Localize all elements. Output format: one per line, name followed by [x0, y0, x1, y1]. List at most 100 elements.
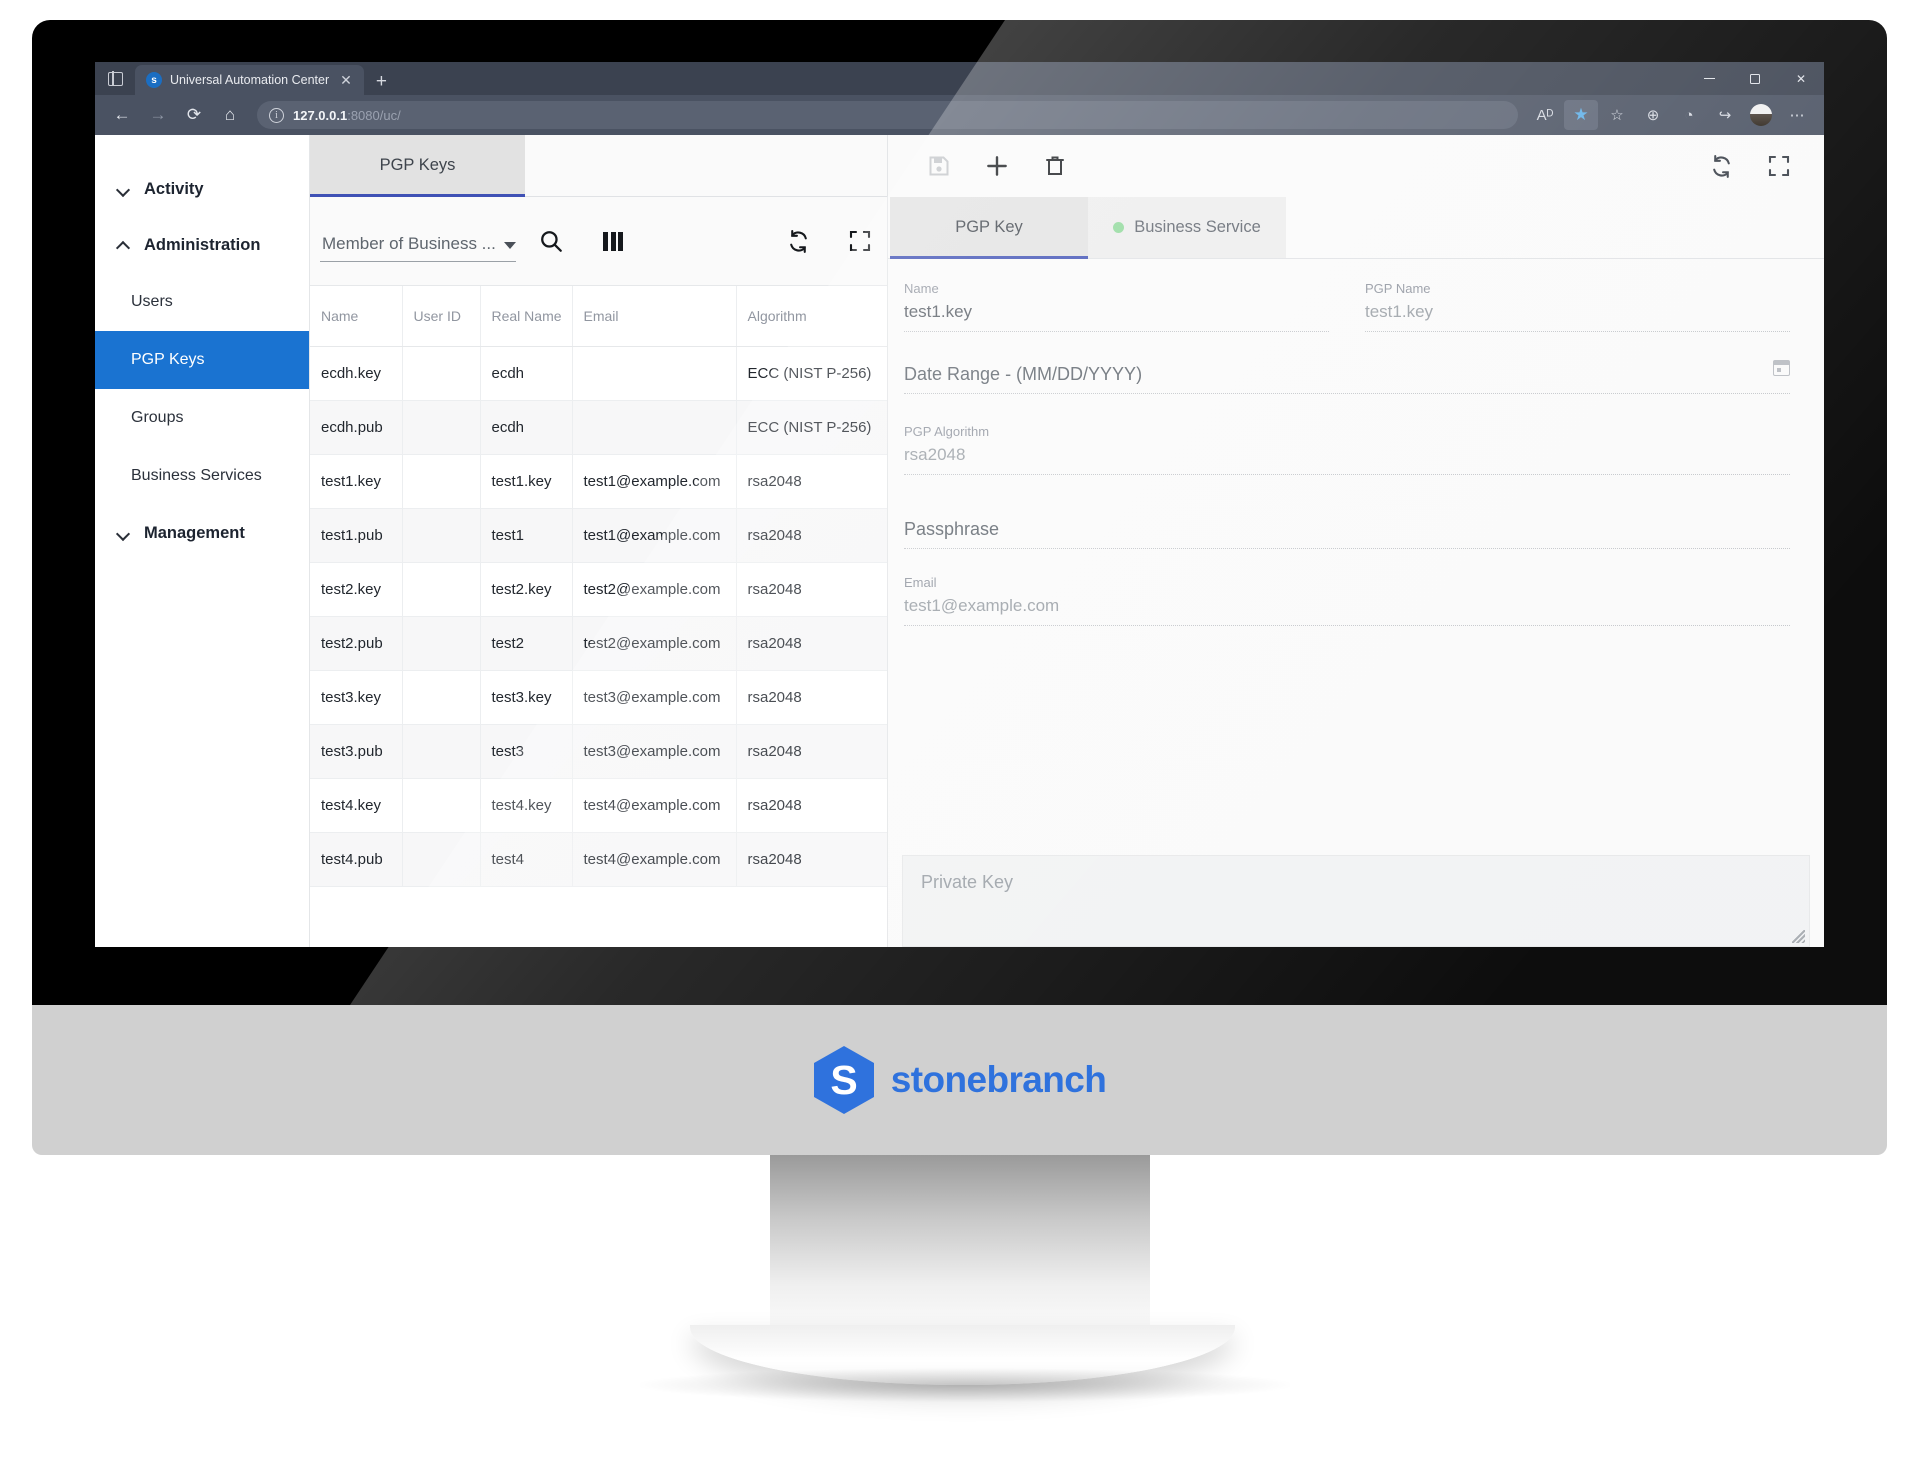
cell-real-name: test1 — [480, 508, 573, 563]
resize-handle[interactable] — [1792, 930, 1805, 943]
tab-strip-menu-icon[interactable] — [95, 62, 135, 95]
cell-user-id — [402, 508, 481, 563]
reload-icon[interactable]: ⟳ — [177, 100, 211, 130]
cell-user-id — [402, 670, 481, 725]
private-key-placeholder: Private Key — [921, 872, 1014, 892]
stonebranch-mark-icon: S — [813, 1046, 874, 1114]
addressbar-actions: Aᴰ ★ ☆ ⊕ ◔ ↪ ⋯ — [1528, 100, 1814, 130]
collections-icon[interactable]: ☆ — [1600, 100, 1634, 130]
cell-user-id — [402, 346, 481, 401]
sidebar-group-management[interactable]: Management — [95, 505, 309, 561]
table-row[interactable]: test1.key test1.key test1@example.com rsa20… — [310, 454, 887, 509]
table-row[interactable]: test4.pub test4 test4@example.com rsa2048 — [310, 832, 887, 887]
home-icon[interactable]: ⌂ — [213, 100, 247, 130]
tab-pgp-keys[interactable]: PGP Keys — [310, 135, 525, 197]
filter-select-value: Member of Business ... — [322, 234, 496, 253]
email-input[interactable]: test1@example.com — [904, 596, 1790, 617]
cell-email: test2@example.com — [572, 616, 737, 671]
tab-label: PGP Key — [955, 218, 1023, 236]
close-icon[interactable]: ✕ — [337, 73, 355, 87]
field-pgp-name[interactable]: PGP Name test1.key — [1365, 281, 1790, 332]
pgp-name-input[interactable]: test1.key — [1365, 302, 1790, 323]
new-tab-button[interactable]: + — [364, 72, 399, 95]
cell-name: test2.key — [310, 562, 403, 617]
field-pgp-algorithm[interactable]: PGP Algorithm rsa2048 — [904, 424, 1790, 475]
column-header-email[interactable]: Email — [572, 286, 737, 347]
maximize-button[interactable] — [1732, 62, 1778, 95]
browser-essentials-icon[interactable]: ◔ — [1672, 100, 1706, 130]
table-row[interactable]: test1.pub test1 test1@example.com rsa2048 — [310, 508, 887, 563]
tab-pgp-key[interactable]: PGP Key — [890, 197, 1088, 259]
cell-real-name: test2 — [480, 616, 573, 671]
save-icon[interactable] — [910, 142, 968, 190]
field-passphrase[interactable]: Passphrase — [904, 509, 1790, 549]
refresh-icon[interactable] — [771, 216, 825, 266]
read-aloud-icon[interactable]: Aᴰ — [1528, 100, 1562, 130]
pgp-algorithm-input[interactable]: rsa2048 — [904, 445, 1790, 466]
sidebar-group-label: Activity — [144, 179, 204, 198]
table-row[interactable]: test3.pub test3 test3@example.com rsa2048 — [310, 724, 887, 779]
column-header-algorithm[interactable]: Algorithm — [736, 286, 887, 347]
search-icon[interactable] — [524, 216, 578, 266]
avatar[interactable] — [1744, 100, 1778, 130]
cell-name: test1.key — [310, 454, 403, 509]
date-range-input[interactable]: Date Range - (MM/DD/YYYY) — [904, 354, 1790, 385]
browser-tab[interactable]: s Universal Automation Center ✕ — [135, 65, 364, 95]
cell-real-name: test3 — [480, 724, 573, 779]
cell-real-name: ecdh — [480, 400, 573, 455]
url-path: :8080/uc/ — [347, 107, 401, 123]
table-row[interactable]: test2.key test2.key test2@example.com rsa20… — [310, 562, 887, 617]
sidebar-group-activity[interactable]: Activity — [95, 161, 309, 217]
tab-business-service[interactable]: Business Service — [1088, 197, 1286, 258]
sidebar-item-business-services[interactable]: Business Services — [95, 447, 309, 505]
field-name[interactable]: Name test1.key — [904, 281, 1329, 332]
split-screen-icon[interactable]: ⊕ — [1636, 100, 1670, 130]
sidebar-item-users[interactable]: Users — [95, 273, 309, 331]
table-row[interactable]: ecdh.key ecdh ECC (NIST P-256) — [310, 346, 887, 401]
share-icon[interactable]: ↪ — [1708, 100, 1742, 130]
minimize-button[interactable] — [1686, 62, 1732, 95]
stonebranch-logo: S stonebranch — [0, 1005, 1920, 1155]
forward-icon[interactable]: → — [141, 100, 175, 130]
add-icon[interactable] — [968, 142, 1026, 190]
sidebar-item-pgp-keys[interactable]: PGP Keys — [95, 331, 309, 389]
business-service-filter-select[interactable]: Member of Business ... — [320, 234, 516, 262]
favicon-icon: s — [146, 72, 162, 88]
url-bar[interactable]: i 127.0.0.1:8080/uc/ — [257, 101, 1518, 129]
chevron-down-icon — [504, 242, 516, 249]
column-header-real-name[interactable]: Real Name — [480, 286, 573, 347]
table-row[interactable]: test4.key test4.key test4@example.com rsa20… — [310, 778, 887, 833]
table-row[interactable]: test2.pub test2 test2@example.com rsa2048 — [310, 616, 887, 671]
pgp-keys-table-wrap[interactable]: Name User ID Real Name Email Algorithm e… — [310, 285, 887, 947]
sidebar-item-groups[interactable]: Groups — [95, 389, 309, 447]
fullscreen-icon[interactable] — [1750, 142, 1808, 190]
table-row[interactable]: ecdh.pub ecdh ECC (NIST P-256) — [310, 400, 887, 455]
column-header-user-id[interactable]: User ID — [402, 286, 481, 347]
calendar-icon[interactable] — [1773, 360, 1790, 376]
cell-name: test1.pub — [310, 508, 403, 563]
delete-icon[interactable] — [1026, 142, 1084, 190]
cell-email: test3@example.com — [572, 724, 737, 779]
passphrase-input[interactable]: Passphrase — [904, 509, 1790, 540]
close-window-button[interactable]: ✕ — [1778, 62, 1824, 95]
fullscreen-icon[interactable] — [833, 216, 887, 266]
monitor-neck — [770, 1155, 1150, 1340]
cell-user-id — [402, 562, 481, 617]
more-options-icon[interactable]: ⋯ — [1780, 100, 1814, 130]
url-host: 127.0.0.1 — [293, 107, 348, 123]
field-email[interactable]: Email test1@example.com — [904, 575, 1790, 626]
name-input[interactable]: test1.key — [904, 302, 1329, 323]
site-info-icon[interactable]: i — [269, 107, 284, 123]
back-icon[interactable]: ← — [105, 100, 139, 130]
field-date-range[interactable]: Date Range - (MM/DD/YYYY) — [904, 354, 1790, 394]
refresh-icon[interactable] — [1692, 142, 1750, 190]
cell-real-name: test3.key — [480, 670, 573, 725]
favorite-star-icon[interactable]: ★ — [1564, 100, 1598, 130]
columns-icon[interactable] — [586, 216, 640, 266]
cell-real-name: test2.key — [480, 562, 573, 617]
private-key-textarea[interactable]: Private Key — [902, 855, 1810, 947]
table-row[interactable]: test3.key test3.key test3@example.com rsa20… — [310, 670, 887, 725]
sidebar-group-administration[interactable]: Administration — [95, 217, 309, 273]
cell-email: test1@example.com — [572, 454, 737, 509]
column-header-name[interactable]: Name — [310, 286, 403, 347]
